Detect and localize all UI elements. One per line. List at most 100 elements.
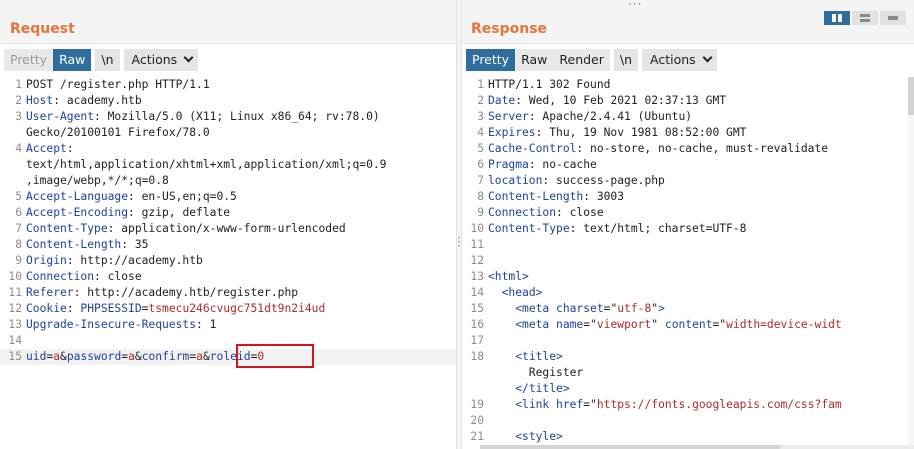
code-line: 2 Date: Wed, 10 Feb 2021 02:37:13 GMT bbox=[462, 93, 914, 109]
code-line: 21 <style> bbox=[462, 429, 914, 445]
response-actions-menu[interactable]: Actions bbox=[642, 49, 717, 71]
request-newline-toggle[interactable]: \n bbox=[95, 49, 120, 71]
code-token: =" bbox=[583, 398, 597, 411]
code-line: 5 Accept-Language: en-US,en;q=0.5 bbox=[0, 189, 456, 205]
code-token: Expires bbox=[488, 126, 536, 139]
code-text: uid=a&password=a&confirm=a&roleid=0 bbox=[26, 349, 264, 365]
code-token: Cookie bbox=[26, 302, 67, 315]
request-pretty-tab[interactable]: Pretty bbox=[4, 49, 54, 71]
code-token: : academy.htb bbox=[53, 94, 142, 107]
line-number: 2 bbox=[477, 94, 484, 107]
code-token: =" bbox=[603, 302, 618, 315]
line-number: 6 bbox=[15, 206, 22, 219]
code-line: 10 Connection: close bbox=[0, 269, 456, 285]
response-actions-label: Actions bbox=[650, 52, 696, 67]
code-line: 2 Host: academy.htb bbox=[0, 93, 456, 109]
request-toolbar: Pretty Raw \n Actions bbox=[4, 49, 199, 71]
code-text: Content-Type: application/x-www-form-url… bbox=[26, 221, 346, 237]
code-line: 13 Upgrade-Insecure-Requests: 1 bbox=[0, 317, 456, 333]
line-number: 3 bbox=[477, 110, 484, 123]
code-token: Referer bbox=[26, 286, 74, 299]
code-line: 18 <title> bbox=[462, 349, 914, 365]
code-token: charset bbox=[556, 302, 604, 315]
code-token: : Wed, 10 Feb 2021 02:37:13 GMT bbox=[515, 94, 727, 107]
response-vertical-scrollbar[interactable] bbox=[908, 77, 914, 449]
code-text: <style> bbox=[488, 429, 563, 445]
code-line: 15 <meta charset="utf-8"> bbox=[462, 301, 914, 317]
line-number: 9 bbox=[15, 254, 22, 267]
code-text: text/html,application/xhtml+xml,applicat… bbox=[26, 157, 386, 173]
code-token: & bbox=[60, 350, 67, 363]
code-line: 12 Cookie: PHPSESSID=tsmecu246cvugc751dt9… bbox=[0, 301, 456, 317]
code-token: : Apache/2.4.41 (Ubuntu) bbox=[528, 110, 693, 123]
code-token: HTTP/1.1 302 Found bbox=[488, 78, 611, 91]
code-token: Content-Length bbox=[488, 190, 584, 203]
line-number: 20 bbox=[470, 414, 484, 427]
line-number: 14 bbox=[8, 334, 22, 347]
code-text: Content-Length: 35 bbox=[26, 237, 148, 253]
code-token: Host bbox=[26, 94, 54, 107]
code-line: 12 bbox=[462, 253, 914, 269]
line-number: 18 bbox=[470, 350, 484, 363]
line-number: 11 bbox=[470, 238, 484, 251]
response-raw-tab[interactable]: Raw bbox=[515, 49, 554, 71]
code-line: 14 bbox=[0, 333, 456, 349]
code-token: Upgrade-Insecure-Requests bbox=[26, 318, 197, 331]
code-line: 5 Cache-Control: no-store, no-cache, must… bbox=[462, 141, 914, 157]
roleid-highlight-box bbox=[236, 344, 314, 368]
request-pane: Request Pretty Raw \n Actions 1 POST /reg… bbox=[0, 0, 456, 449]
request-actions-menu[interactable]: Actions bbox=[123, 49, 199, 71]
response-pretty-tab[interactable]: Pretty bbox=[466, 49, 516, 71]
line-number: 5 bbox=[15, 190, 22, 203]
code-text: Host: academy.htb bbox=[26, 93, 142, 109]
code-token: width=device-widt bbox=[726, 318, 842, 331]
request-editor[interactable]: 1 POST /register.php HTTP/1.1 2 Host: acade… bbox=[0, 77, 456, 449]
code-line: 11 bbox=[462, 237, 914, 253]
rows-icon[interactable] bbox=[852, 11, 878, 25]
code-line: 8 Content-Length: 3003 bbox=[462, 189, 914, 205]
code-line: 1 HTTP/1.1 302 Found bbox=[462, 77, 914, 93]
top-drag-handle-icon[interactable]: ··· bbox=[628, 0, 642, 11]
code-token: a bbox=[196, 350, 203, 363]
code-line: 9 Origin: http://academy.htb bbox=[0, 253, 456, 269]
code-token: Pragma bbox=[488, 158, 529, 171]
request-view-toggle: Pretty Raw bbox=[4, 49, 92, 71]
response-render-tab[interactable]: Render bbox=[553, 49, 610, 71]
code-line: 4 Expires: Thu, 19 Nov 1981 08:52:00 GMT bbox=[462, 125, 914, 141]
code-text: Expires: Thu, 19 Nov 1981 08:52:00 GMT bbox=[488, 125, 746, 141]
chevron-down-icon bbox=[702, 52, 713, 63]
code-text: <title> bbox=[488, 349, 563, 365]
response-horizontal-scrollbar[interactable] bbox=[480, 445, 914, 449]
code-text: Cache-Control: no-store, no-cache, must-… bbox=[488, 141, 828, 157]
response-pane: Response Pretty Raw Render \n Actions 1H… bbox=[462, 0, 914, 449]
code-token: & bbox=[202, 350, 210, 363]
code-token: =" bbox=[583, 318, 597, 331]
line-number: 12 bbox=[8, 302, 22, 315]
line-number: 10 bbox=[8, 270, 22, 283]
line-number: 15 bbox=[470, 302, 484, 315]
code-token: <meta bbox=[515, 318, 557, 331]
code-token: Content-Length bbox=[26, 238, 122, 251]
columns-icon[interactable] bbox=[824, 11, 850, 25]
code-line: 10 Content-Type: text/html; charset=UTF-8 bbox=[462, 221, 914, 237]
code-line: 9 Connection: close bbox=[462, 205, 914, 221]
code-text: Cookie: PHPSESSID=tsmecu246cvugc751dt9n2… bbox=[26, 301, 325, 317]
response-newline-toggle[interactable]: \n bbox=[613, 49, 639, 71]
line-number: 14 bbox=[470, 286, 484, 299]
code-text: Origin: http://academy.htb bbox=[26, 253, 203, 269]
horizontal-scrollbar-thumb[interactable] bbox=[480, 445, 780, 449]
code-line: 16 <meta name="viewport" content="width=… bbox=[462, 317, 914, 333]
scrollbar-thumb[interactable] bbox=[908, 77, 914, 115]
code-token: Accept-Encoding bbox=[26, 206, 129, 219]
response-editor[interactable]: 1 HTTP/1.1 302 Found 2 Date: Wed, 10 Feb 20… bbox=[462, 77, 914, 449]
code-line: 4 Accept: bbox=[0, 141, 456, 157]
code-token: text/html,application/xhtml+xml,applicat… bbox=[26, 158, 387, 171]
line-number: 21 bbox=[470, 430, 484, 443]
single-pane-icon[interactable] bbox=[880, 11, 906, 25]
code-line: 3 Server: Apache/2.4.41 (Ubuntu) bbox=[462, 109, 914, 125]
code-token: : no-store, no-cache, must-revalidate bbox=[576, 142, 829, 155]
code-line: 15 uid=a&password=a&confirm=a&roleid=0 bbox=[0, 349, 456, 365]
code-line: 13 <html> bbox=[462, 269, 914, 285]
request-raw-tab[interactable]: Raw bbox=[53, 49, 92, 71]
